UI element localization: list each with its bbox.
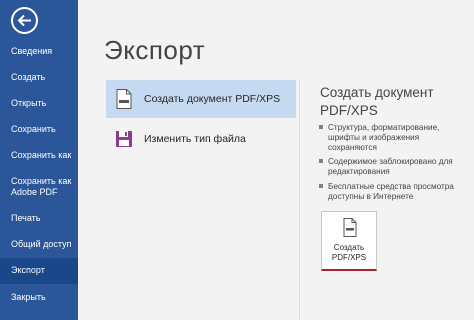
option-change-file-type[interactable]: Изменить тип файла <box>106 120 296 158</box>
pdf-create-icon <box>343 218 357 237</box>
page-title: Экспорт <box>104 35 206 65</box>
option-create-pdf-xps[interactable]: Создать документ PDF/XPS <box>106 80 296 118</box>
nav-item-open[interactable]: Открыть <box>0 98 78 110</box>
detail-bullet: Структура, форматирование, шрифты и изоб… <box>319 123 469 153</box>
backstage-sidebar: Сведения Создать Открыть Сохранить Сохра… <box>0 0 78 320</box>
panel-divider <box>299 80 300 320</box>
nav-item-save-as[interactable]: Сохранить как <box>0 150 78 162</box>
bullet-square-icon <box>319 125 323 129</box>
nav-item-export[interactable]: Экспорт <box>0 258 78 284</box>
save-filetype-icon <box>113 128 135 150</box>
detail-bullet: Содержимое заблокировано для редактирова… <box>319 157 469 177</box>
back-arrow-icon <box>17 14 31 27</box>
option-label: Изменить тип файла <box>144 133 246 145</box>
bullet-square-icon <box>319 159 323 163</box>
nav-item-save[interactable]: Сохранить <box>0 124 78 136</box>
option-label: Создать документ PDF/XPS <box>144 93 281 105</box>
nav-item-info[interactable]: Сведения <box>0 46 78 58</box>
nav-item-save-as-adobe-pdf[interactable]: Сохранить как Adobe PDF <box>0 176 78 200</box>
detail-bullet: Бесплатные средства просмотра доступны в… <box>319 182 469 202</box>
detail-title: Создать документ PDF/XPS <box>320 85 434 118</box>
create-button-label: Создать PDF/XPS <box>331 243 367 262</box>
pdf-document-icon <box>113 88 135 110</box>
back-button[interactable] <box>11 7 38 34</box>
bullet-square-icon <box>319 184 323 188</box>
nav-item-new[interactable]: Создать <box>0 72 78 84</box>
nav-item-print[interactable]: Печать <box>0 213 78 225</box>
nav-item-share[interactable]: Общий доступ <box>0 239 78 251</box>
create-pdf-xps-button[interactable]: Создать PDF/XPS <box>321 211 377 271</box>
nav-item-close[interactable]: Закрыть <box>0 292 78 304</box>
